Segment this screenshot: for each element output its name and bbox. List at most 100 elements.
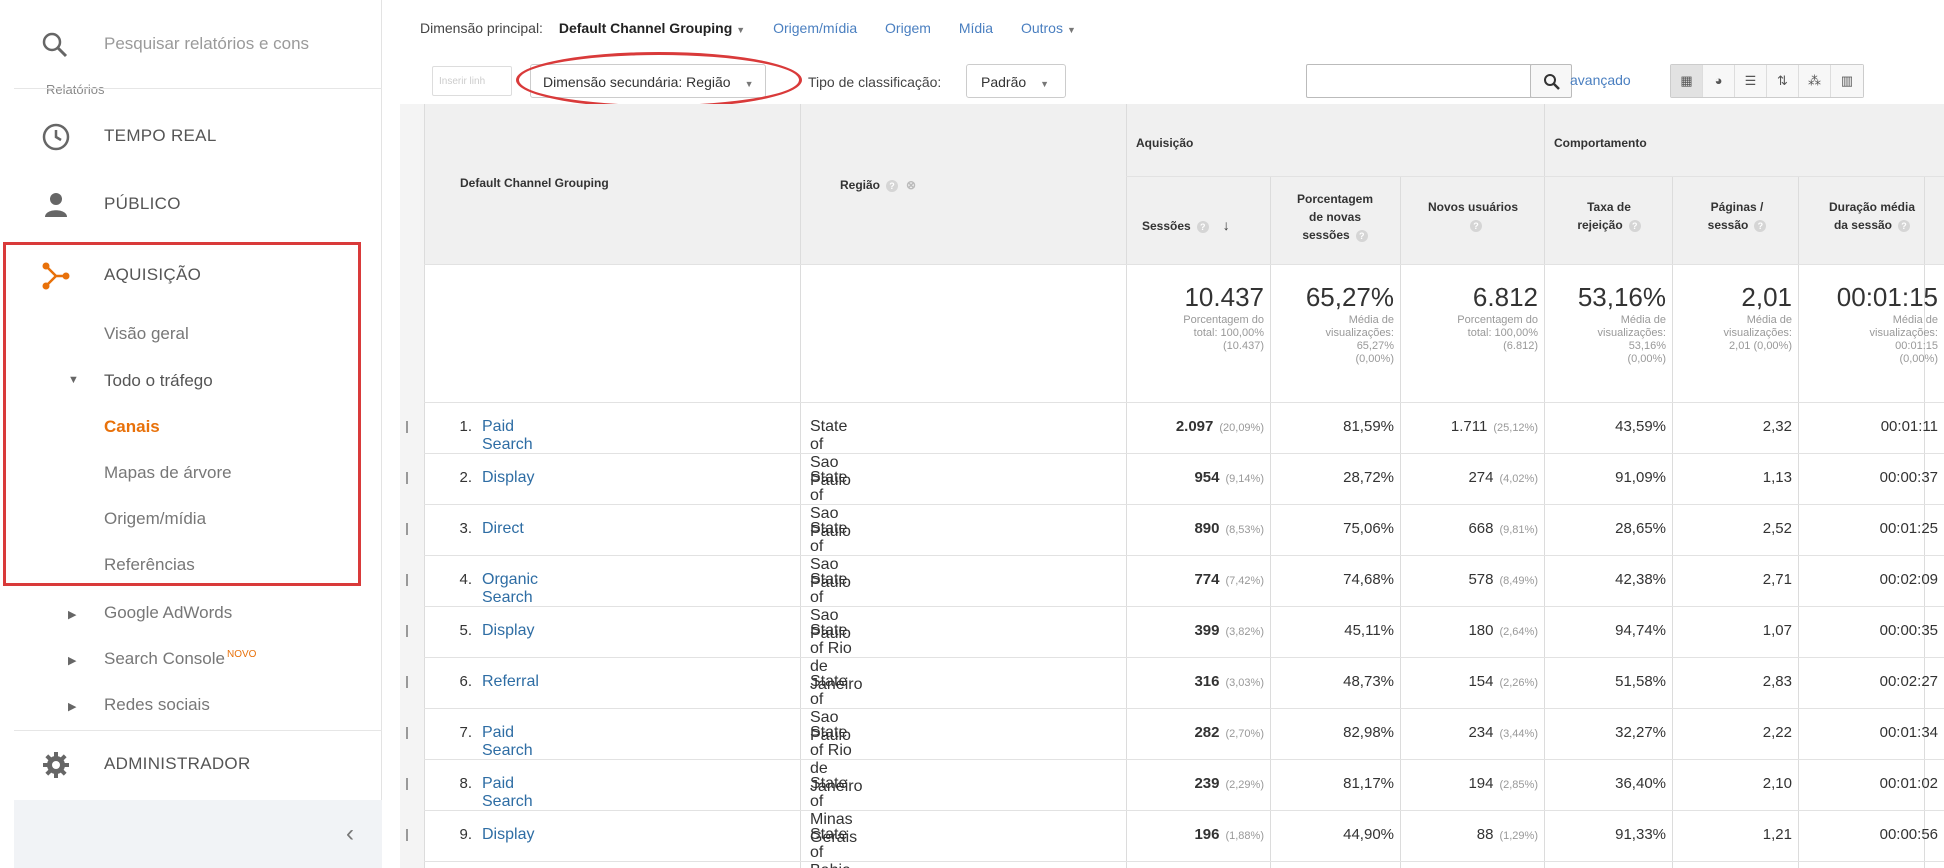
new-sessions-cell: 81,59% bbox=[1343, 418, 1394, 435]
total-pages: 2,01 bbox=[1741, 282, 1792, 312]
col-header-duration[interactable]: Duração média da sessão? bbox=[1806, 198, 1938, 234]
pages-cell: 2,52 bbox=[1762, 520, 1792, 537]
view-switcher: ▦ ◕ ☰ ⇅ ⁂ ▥ bbox=[1670, 64, 1864, 98]
new-sessions-cell: 74,68% bbox=[1343, 571, 1394, 588]
new-sessions-cell: 45,11% bbox=[1344, 622, 1394, 639]
duration-cell: 00:02:09 bbox=[1879, 571, 1938, 588]
performance-view-icon[interactable]: ☰ bbox=[1735, 65, 1767, 97]
dim-link-other[interactable]: Outros ▼ bbox=[1021, 20, 1076, 36]
new-users-cell: 234 (3,44%) bbox=[1404, 724, 1538, 741]
pie-view-icon[interactable]: ◕ bbox=[1703, 65, 1735, 97]
sub-line: (10.437) bbox=[1223, 340, 1264, 352]
nav-search-console[interactable]: Search Console NOVO bbox=[104, 649, 256, 669]
pivot-view-icon[interactable]: ▥ bbox=[1831, 65, 1863, 97]
channel-link[interactable]: Direct bbox=[482, 520, 524, 538]
sub-line: visualizações: bbox=[1597, 327, 1666, 339]
new-sessions-cell: 44,90% bbox=[1343, 826, 1394, 843]
sidebar: Pesquisar relatórios e cons Relatórios T… bbox=[0, 0, 382, 868]
col-header-new-users[interactable]: Novos usuários? bbox=[1410, 198, 1536, 234]
col-header-bounce[interactable]: Taxa de rejeição? bbox=[1554, 198, 1664, 234]
sessions-value: 282 bbox=[1194, 724, 1220, 741]
advanced-filter-link[interactable]: avançado bbox=[1570, 72, 1631, 88]
sort-type-select[interactable]: Padrão ▼ bbox=[966, 64, 1066, 98]
new-users-cell: 88 (1,29%) bbox=[1404, 826, 1538, 843]
bounce-cell: 32,27% bbox=[1615, 724, 1666, 741]
col-header-region[interactable]: Região? ⊗ bbox=[840, 176, 916, 194]
sub-line: 00:01:15 bbox=[1895, 340, 1938, 352]
sessions-cell: 282 (2,70%) bbox=[1130, 724, 1264, 741]
plot-rows-button[interactable]: Inserir linh bbox=[432, 66, 512, 96]
row-number: 7. bbox=[459, 724, 472, 741]
help-icon: ? bbox=[886, 180, 899, 192]
new-users-cell: 180 (2,64%) bbox=[1404, 622, 1538, 639]
row-handle bbox=[406, 421, 408, 433]
table-header bbox=[424, 104, 1944, 264]
primary-dimension-row: Dimensão principal: Default Channel Grou… bbox=[420, 20, 1076, 36]
primary-dim-value[interactable]: Default Channel Grouping ▼ bbox=[559, 20, 745, 36]
table-toolbar: Inserir linh Dimensão secundária: Região… bbox=[400, 52, 1944, 108]
sessions-percent: (2,29%) bbox=[1225, 779, 1264, 791]
table-search-input[interactable] bbox=[1306, 64, 1532, 98]
new-users-value: 578 bbox=[1468, 571, 1494, 588]
remove-dimension-icon[interactable]: ⊗ bbox=[906, 178, 916, 192]
bounce-cell: 28,65% bbox=[1615, 520, 1666, 537]
sub-line: 2,01 (0,00%) bbox=[1729, 340, 1792, 352]
divider bbox=[14, 730, 382, 731]
hdr-line: Páginas / bbox=[1710, 200, 1764, 214]
collapse-sidebar-bar[interactable]: ‹ bbox=[14, 800, 382, 868]
new-users-cell: 194 (2,85%) bbox=[1404, 775, 1538, 792]
sort-desc-arrow-icon: ↓ bbox=[1222, 217, 1230, 233]
pages-cell: 2,22 bbox=[1762, 724, 1792, 741]
new-users-value: 154 bbox=[1468, 673, 1494, 690]
sub-line: (0,00%) bbox=[1899, 353, 1938, 365]
sort-type-value: Padrão bbox=[981, 74, 1027, 90]
channel-link[interactable]: Display bbox=[482, 469, 534, 487]
col-header-sessions-text: Sessões bbox=[1142, 219, 1191, 233]
new-sessions-cell: 81,17% bbox=[1343, 775, 1394, 792]
new-users-cell: 578 (8,49%) bbox=[1404, 571, 1538, 588]
pages-cell: 2,10 bbox=[1762, 775, 1792, 792]
dim-link-source[interactable]: Origem bbox=[885, 20, 931, 36]
total-new-users-sub: Porcentagem do total: 100,00% (6.812) bbox=[1404, 314, 1538, 353]
table-view-icon[interactable]: ▦ bbox=[1671, 65, 1703, 97]
term-cloud-icon[interactable]: ⁂ bbox=[1799, 65, 1831, 97]
channel-link[interactable]: Paid Search bbox=[482, 418, 533, 454]
dim-link-medium[interactable]: Mídia bbox=[959, 20, 993, 36]
col-header-channel[interactable]: Default Channel Grouping bbox=[460, 174, 609, 192]
nav-audience[interactable]: PÚBLICO bbox=[0, 174, 382, 234]
channel-link[interactable]: Display bbox=[482, 622, 534, 640]
sub-line: (6.812) bbox=[1503, 340, 1538, 352]
col-header-pages[interactable]: Páginas / sessão? bbox=[1682, 198, 1792, 234]
sub-line: visualizações: bbox=[1869, 327, 1938, 339]
dim-link-source-medium[interactable]: Origem/mídia bbox=[773, 20, 857, 36]
col-header-new-sessions[interactable]: Porcentagem de novas sessões? bbox=[1280, 190, 1390, 244]
hdr-line: Duração média bbox=[1828, 200, 1916, 214]
new-sessions-cell: 75,06% bbox=[1343, 520, 1394, 537]
nav-realtime[interactable]: TEMPO REAL bbox=[0, 106, 382, 166]
hdr-line-text: da sessão bbox=[1833, 218, 1893, 232]
nav-social[interactable]: Redes sociais bbox=[104, 695, 210, 715]
new-users-value: 234 bbox=[1468, 724, 1494, 741]
channel-link[interactable]: Display bbox=[482, 826, 534, 844]
comparison-view-icon[interactable]: ⇅ bbox=[1767, 65, 1799, 97]
channel-link[interactable]: Paid Search bbox=[482, 775, 533, 811]
hdr-line: ? bbox=[1410, 216, 1536, 234]
channel-link[interactable]: Paid Search bbox=[482, 724, 533, 760]
channel-link[interactable]: Organic Search bbox=[482, 571, 538, 607]
new-users-percent: (2,26%) bbox=[1499, 677, 1538, 689]
row-number: 1. bbox=[459, 418, 472, 435]
table-search-button[interactable] bbox=[1530, 64, 1572, 98]
channel-link[interactable]: Referral bbox=[482, 673, 539, 691]
sub-line: Média de bbox=[1620, 314, 1666, 326]
row-handle bbox=[406, 625, 408, 637]
nav-adwords[interactable]: Google AdWords bbox=[104, 603, 232, 623]
col-header-sessions[interactable]: Sessões? ↓ bbox=[1142, 216, 1230, 235]
total-bounce: 53,16% bbox=[1577, 282, 1666, 312]
row-handle bbox=[406, 523, 408, 535]
sessions-percent: (3,03%) bbox=[1225, 677, 1264, 689]
sub-line: Porcentagem do bbox=[1183, 314, 1264, 326]
sessions-value: 774 bbox=[1194, 571, 1220, 588]
nav-admin[interactable]: ADMINISTRADOR bbox=[0, 734, 382, 794]
report-search[interactable]: Pesquisar relatórios e cons bbox=[0, 0, 382, 90]
row-number: 4. bbox=[459, 571, 472, 588]
